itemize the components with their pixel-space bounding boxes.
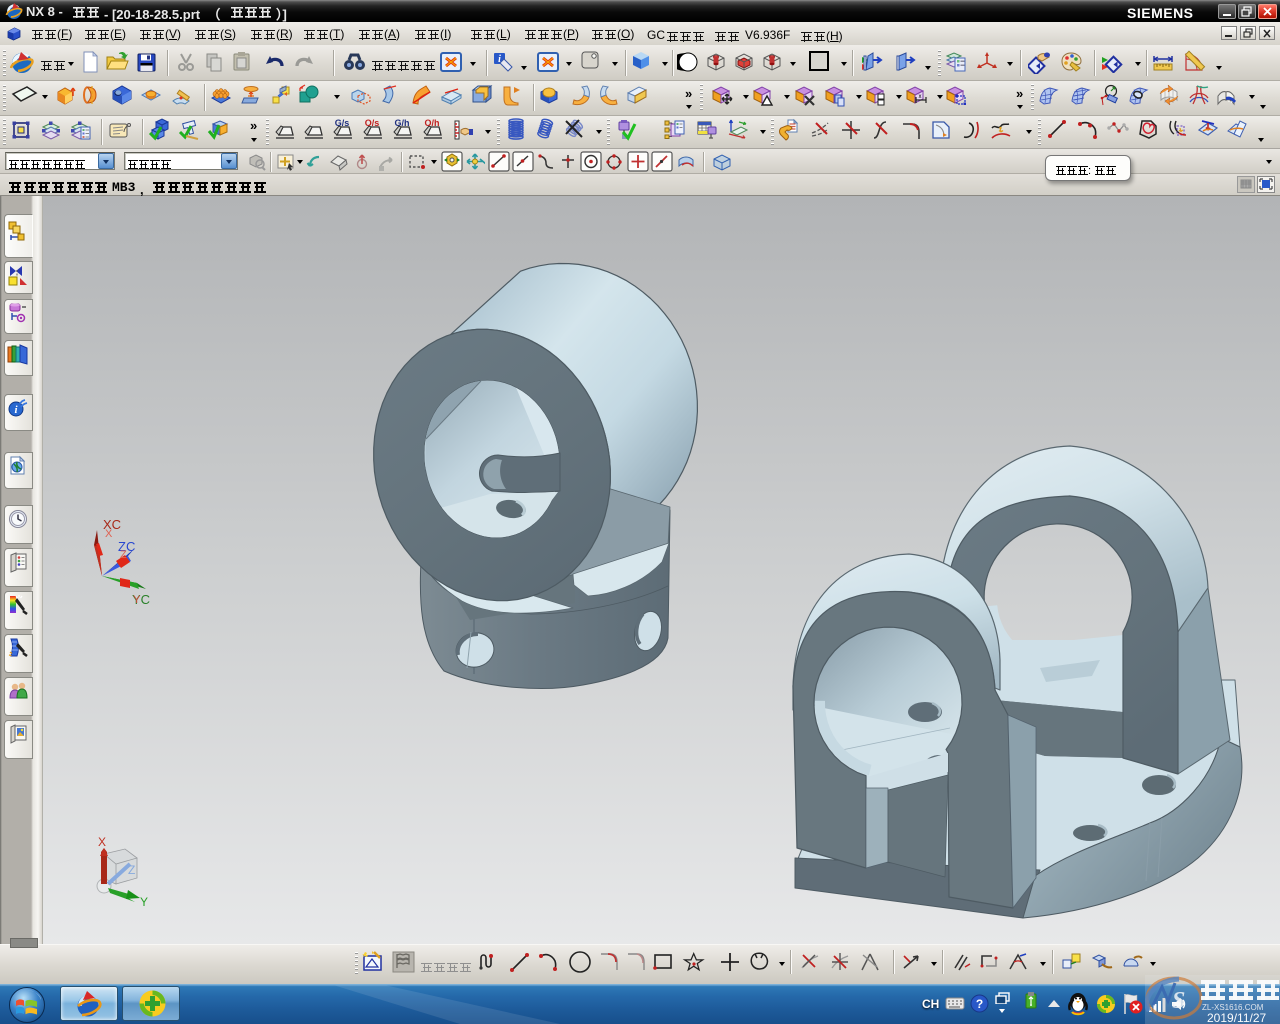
svg-text:X: X — [105, 528, 113, 540]
svg-text:Y: Y — [140, 895, 148, 909]
svg-text:O/s: O/s — [365, 119, 380, 128]
svg-text:G/h: G/h — [395, 119, 410, 128]
svg-text:x: x — [919, 94, 922, 100]
svg-text:2019/11/27: 2019/11/27 — [1207, 1011, 1266, 1024]
svg-text:X: X — [98, 835, 106, 849]
svg-text:O/h: O/h — [425, 119, 440, 128]
svg-text:S: S — [1172, 988, 1185, 1014]
svg-text:G/s: G/s — [335, 119, 350, 128]
svg-text:Z: Z — [128, 863, 135, 877]
svg-text:Z: Z — [120, 549, 127, 561]
svg-text:Y: Y — [133, 594, 141, 606]
svg-text:?: ? — [976, 997, 983, 1011]
